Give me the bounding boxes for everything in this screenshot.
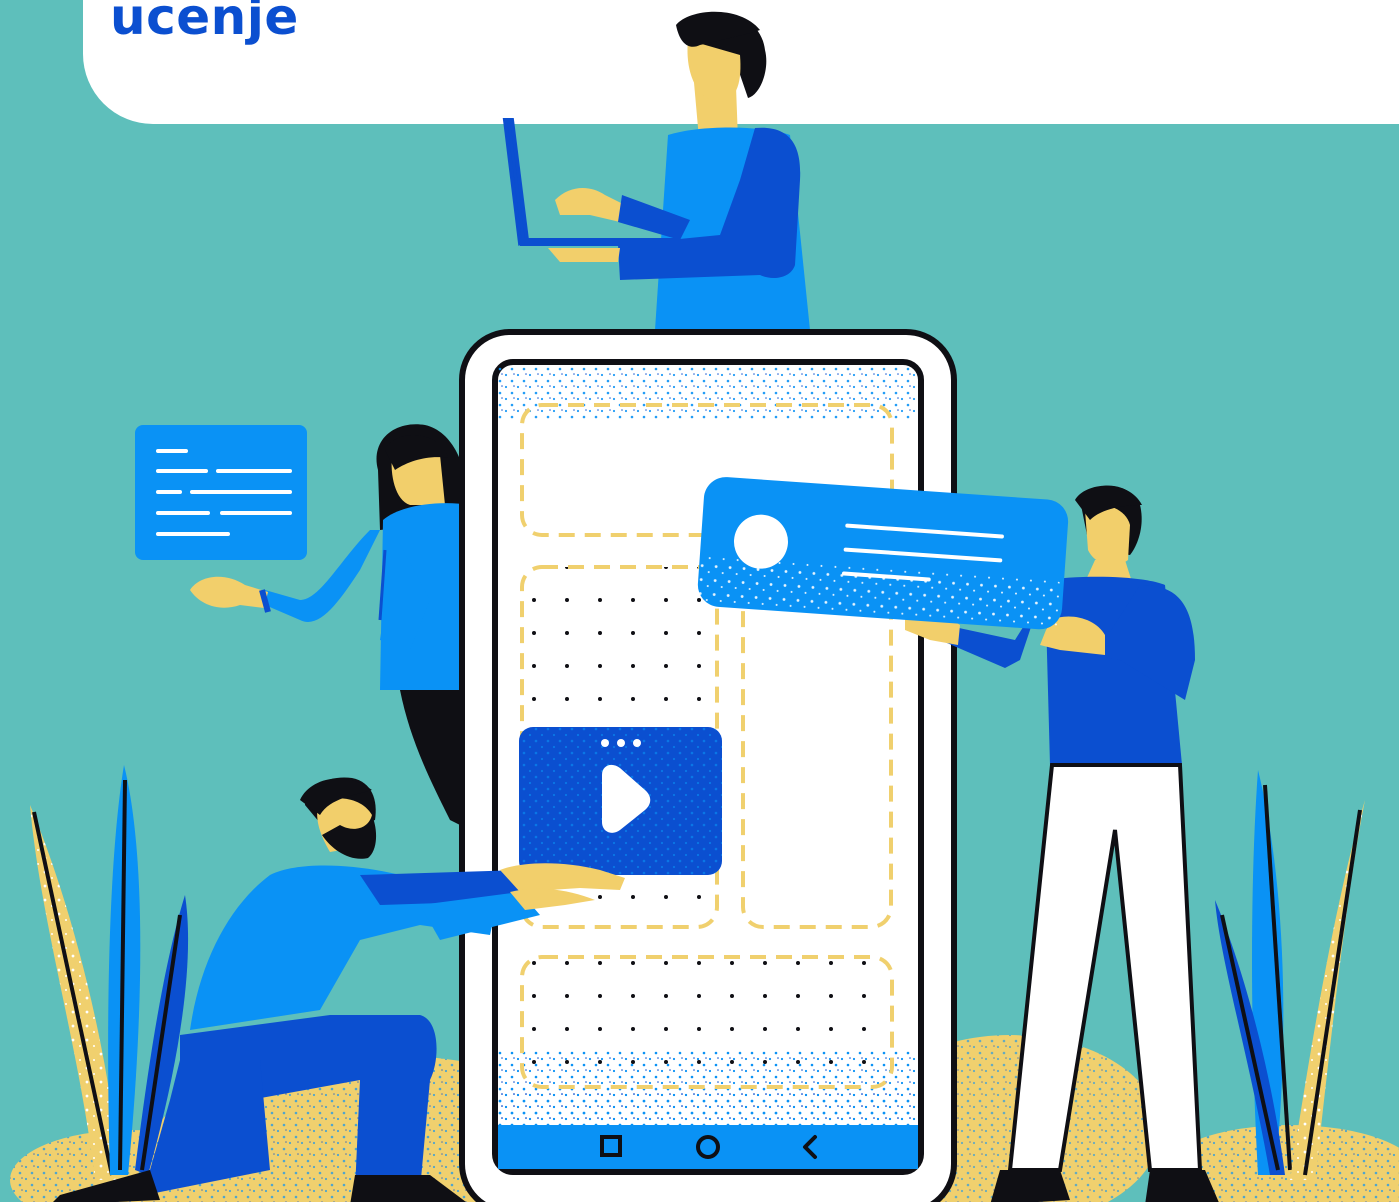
text-lines-card-icon	[135, 425, 307, 560]
message-card[interactable]	[696, 476, 1069, 631]
three-dots-icon	[601, 739, 641, 747]
illustration	[10, 11, 1399, 1202]
plant-right	[1215, 770, 1365, 1180]
video-card[interactable]	[519, 727, 722, 875]
man-with-laptop	[502, 11, 810, 330]
